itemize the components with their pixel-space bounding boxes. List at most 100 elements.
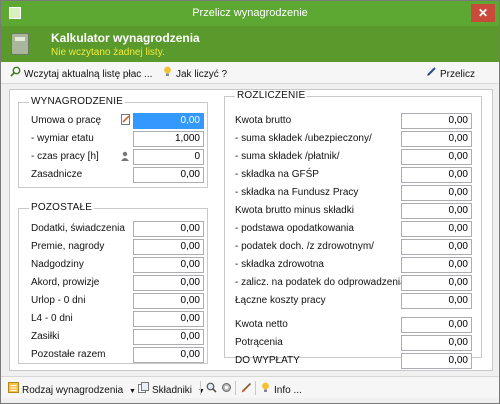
settings-button[interactable] <box>220 382 235 396</box>
label-kwota-brutto: Kwota brutto <box>235 115 292 126</box>
field-skladka-zdrowotna[interactable]: 0,00 <box>401 257 472 273</box>
field-podatek-doch[interactable]: 0,00 <box>401 239 472 255</box>
label-do-wyplaty: DO WYPŁATY <box>235 355 300 366</box>
label-pozostale-razem: Pozostałe razem <box>31 349 106 360</box>
field-skladki-ubezpieczony[interactable]: 0,00 <box>401 131 472 147</box>
title-bar[interactable]: Przelicz wynagrodzenie ✕ <box>1 1 499 26</box>
clear-button[interactable] <box>240 382 255 396</box>
skladniki-dropdown[interactable]: Składniki ▼ <box>137 382 205 396</box>
label-l4: L4 - 0 dni <box>31 313 73 324</box>
field-kwota-brutto[interactable]: 0,00 <box>401 113 472 129</box>
search-icon <box>9 66 21 82</box>
person-icon[interactable] <box>120 151 130 164</box>
pencil-icon <box>425 66 437 82</box>
label-podatek-doch: - podatek doch. /z zdrowotnym/ <box>235 241 374 252</box>
list-icon <box>7 382 19 398</box>
field-zasadnicze[interactable]: 0,00 <box>133 167 204 183</box>
field-pozostale-razem[interactable]: 0,00 <box>133 347 204 363</box>
group-rozliczenie: ROZLICZENIE Kwota brutto 0,00 - suma skł… <box>224 90 482 369</box>
label-akord: Akord, prowizje <box>31 277 100 288</box>
field-zaliczka-podatek[interactable]: 0,00 <box>401 275 472 291</box>
group-title-pozostale: POZOSTAŁE <box>29 202 95 213</box>
preview-button[interactable] <box>205 382 220 396</box>
field-urlop[interactable]: 0,00 <box>133 293 204 309</box>
field-premie[interactable]: 0,00 <box>133 239 204 255</box>
group-wynagrodzenie: WYNAGRODZENIE Umowa o pracę 0,00 - wymia… <box>18 96 208 188</box>
label-fundusz-pracy: - składka na Fundusz Pracy <box>235 187 359 198</box>
label-gfsp: - składka na GFŚP <box>235 169 319 180</box>
dropdown-arrow-icon: ▼ <box>128 388 136 395</box>
label-podstawa-opodatkowania: - podstawa opodatkowania <box>235 223 354 234</box>
group-pozostale: POZOSTAŁE Dodatki, świadczenia 0,00 Prem… <box>18 202 208 364</box>
components-icon <box>137 382 149 398</box>
label-zaliczka-podatek: - zalicz. na podatek do odprowadzenia <box>235 277 406 288</box>
field-podstawa-opodatkowania[interactable]: 0,00 <box>401 221 472 237</box>
group-title-wynagrodzenie: WYNAGRODZENIE <box>29 96 126 107</box>
gear-icon <box>220 382 232 398</box>
toolbar: Wczytaj aktualną listę płac ... Jak licz… <box>1 62 499 84</box>
field-umowa[interactable]: 0,00 <box>133 113 204 129</box>
rodzaj-label: Rodzaj wynagrodzenia <box>22 385 124 396</box>
label-premie: Premie, nagrody <box>31 241 105 252</box>
status-bar: Rodzaj wynagrodzenia ▼ Składniki ▼ Info … <box>1 376 499 398</box>
skladniki-label: Składniki <box>152 385 193 396</box>
load-list-label: Wczytaj aktualną listę płac ... <box>24 69 153 80</box>
field-kwota-netto[interactable]: 0,00 <box>401 317 472 333</box>
close-button[interactable]: ✕ <box>471 4 495 22</box>
magnifier-icon <box>205 382 217 398</box>
label-kwota-netto: Kwota netto <box>235 319 288 330</box>
brush-icon <box>240 382 252 398</box>
field-l4[interactable]: 0,00 <box>133 311 204 327</box>
info-label: Info ... <box>274 385 302 396</box>
field-laczne-koszty[interactable]: 0,00 <box>401 293 472 309</box>
rodzaj-wynagrodzenia-dropdown[interactable]: Rodzaj wynagrodzenia ▼ <box>7 382 136 396</box>
separator <box>235 381 236 395</box>
group-title-rozliczenie: ROZLICZENIE <box>235 90 308 101</box>
label-nadgodziny: Nadgodziny <box>31 259 84 270</box>
separator <box>200 381 201 395</box>
field-brutto-minus-skladki[interactable]: 0,00 <box>401 203 472 219</box>
calculator-icon <box>11 33 29 55</box>
field-akord[interactable]: 0,00 <box>133 275 204 291</box>
main-panel: WYNAGRODZENIE Umowa o pracę 0,00 - wymia… <box>9 89 493 371</box>
edit-note-icon[interactable] <box>121 114 131 128</box>
label-zasadnicze: Zasadnicze <box>31 169 83 180</box>
field-do-wyplaty[interactable]: 0,00 <box>401 353 472 369</box>
recalculate-label: Przelicz <box>440 69 476 80</box>
field-skladki-platnik[interactable]: 0,00 <box>401 149 472 165</box>
field-dodatki[interactable]: 0,00 <box>133 221 204 237</box>
label-skladki-ubezpieczony: - suma składek /ubezpieczony/ <box>235 133 372 144</box>
field-gfsp[interactable]: 0,00 <box>401 167 472 183</box>
label-brutto-minus-skladki: Kwota brutto minus składki <box>235 205 354 216</box>
label-wymiar-etatu: - wymiar etatu <box>31 133 94 144</box>
label-potracenia: Potrącenia <box>235 337 283 348</box>
field-czas-pracy[interactable]: 0 <box>133 149 204 165</box>
window-title: Przelicz wynagrodzenie <box>192 7 308 19</box>
dropdown-arrow-icon: ▼ <box>197 388 205 395</box>
recalculate-button[interactable]: Przelicz <box>425 66 475 80</box>
header-banner: Kalkulator wynagrodzenia Nie wczytano ża… <box>1 26 499 62</box>
label-laczne-koszty: Łączne koszty pracy <box>235 295 326 306</box>
howto-button[interactable]: Jak liczyć ? <box>161 66 227 80</box>
calculator-window: Przelicz wynagrodzenie ✕ Kalkulator wyna… <box>0 0 500 404</box>
label-czas-pracy: - czas pracy [h] <box>31 151 99 162</box>
info-button[interactable]: Info ... <box>259 382 302 396</box>
field-nadgodziny[interactable]: 0,00 <box>133 257 204 273</box>
field-potracenia[interactable]: 0,00 <box>401 335 472 351</box>
howto-label: Jak liczyć ? <box>176 69 228 80</box>
label-dodatki: Dodatki, świadczenia <box>31 223 125 234</box>
header-subtitle: Nie wczytano żadnej listy. <box>51 47 165 58</box>
field-wymiar-etatu[interactable]: 1,000 <box>133 131 204 147</box>
label-skladka-zdrowotna: - składka zdrowotna <box>235 259 324 270</box>
separator <box>255 381 256 395</box>
lightbulb-icon <box>259 382 271 398</box>
header-title: Kalkulator wynagrodzenia <box>51 31 200 45</box>
label-umowa: Umowa o pracę <box>31 115 102 126</box>
load-list-button[interactable]: Wczytaj aktualną listę płac ... <box>9 66 152 80</box>
label-urlop: Urlop - 0 dni <box>31 295 86 306</box>
field-zasilki[interactable]: 0,00 <box>133 329 204 345</box>
label-zasilki: Zasiłki <box>31 331 60 342</box>
lightbulb-icon <box>161 66 173 82</box>
field-fundusz-pracy[interactable]: 0,00 <box>401 185 472 201</box>
label-skladki-platnik: - suma składek /płatnik/ <box>235 151 340 162</box>
